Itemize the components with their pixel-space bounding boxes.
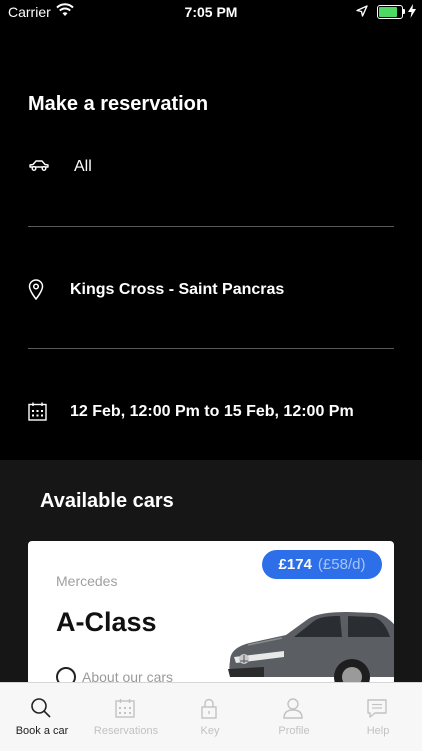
tab-label: Help [366, 725, 390, 737]
car-model: A-Class [56, 607, 157, 637]
tab-label: Profile [278, 725, 310, 737]
tab-key[interactable]: Key [168, 683, 252, 751]
car-icon [29, 160, 49, 171]
tab-book-a-car[interactable]: Book a car [0, 683, 84, 751]
tab-bar: Book a car Reservations Key Profile Help [0, 682, 422, 751]
car-card[interactable]: £174 (£58/d) Mercedes A-Class About our c… [28, 541, 394, 682]
info-icon[interactable] [56, 667, 76, 682]
price-badge[interactable]: £174 (£58/d) [262, 550, 382, 579]
lock-icon [201, 698, 217, 719]
search-icon [31, 698, 51, 718]
person-icon [283, 698, 303, 719]
vehicle-type-selector[interactable]: All [0, 150, 422, 190]
status-bar: Carrier 7:05 PM [0, 0, 422, 24]
date-range-value: 12 Feb, 12:00 Pm to 15 Feb, 12:00 Pm [70, 403, 354, 420]
charging-bolt-icon [408, 4, 416, 18]
divider [28, 348, 394, 349]
page-title: Make a reservation [28, 93, 209, 115]
tab-label: Book a car [15, 725, 69, 737]
car-brand: Mercedes [56, 573, 118, 589]
battery-icon [377, 5, 403, 19]
location-value: Kings Cross - Saint Pancras [70, 281, 285, 298]
location-selector[interactable]: Kings Cross - Saint Pancras [0, 272, 422, 312]
tab-label: Reservations [93, 725, 159, 737]
location-arrow-icon [356, 5, 368, 17]
location-pin-icon [28, 279, 44, 300]
calendar-icon [28, 402, 47, 421]
chat-icon [367, 699, 387, 718]
car-image [228, 612, 394, 682]
available-cars-title: Available cars [40, 490, 174, 512]
vehicle-type-value: All [74, 158, 92, 175]
date-range-selector[interactable]: 12 Feb, 12:00 Pm to 15 Feb, 12:00 Pm [0, 394, 422, 434]
tab-profile[interactable]: Profile [252, 683, 336, 751]
tab-reservations[interactable]: Reservations [84, 683, 168, 751]
divider [28, 226, 394, 227]
price-per-day: (£58/d) [317, 556, 366, 573]
tab-help[interactable]: Help [336, 683, 420, 751]
about-cars-link[interactable]: About our cars [82, 669, 173, 682]
battery-cap [403, 9, 405, 14]
calendar-icon [115, 699, 135, 718]
battery-level [379, 7, 397, 17]
price-total: £174 [278, 556, 312, 573]
tab-label: Key [200, 725, 220, 737]
